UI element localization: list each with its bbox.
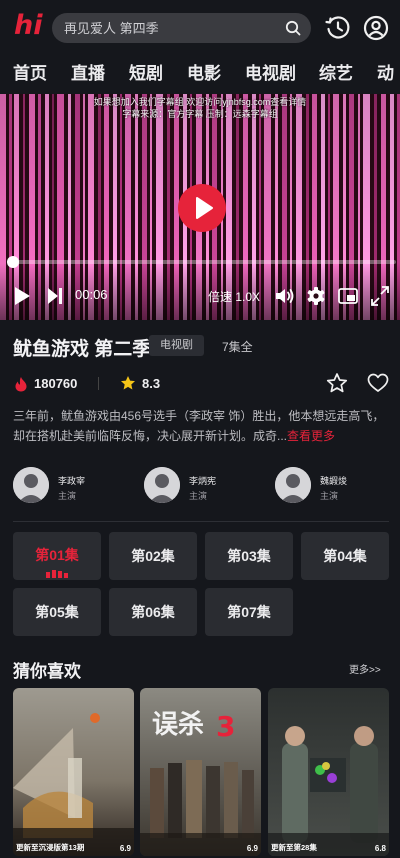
flame-icon [15,377,27,392]
volume-icon[interactable] [274,285,296,307]
cast-role: 主演 [58,491,77,501]
top-bar: hi [0,0,400,56]
play-button[interactable] [178,184,226,232]
episode-button-06[interactable]: 第06集 [109,588,197,636]
star-rating-icon [121,376,135,390]
poster-caption: 更新至第28集 [271,843,317,852]
search-input[interactable] [64,13,274,43]
recommend-title: 猜你喜欢 [13,662,81,681]
user-icon[interactable] [362,14,390,42]
poster-image [13,688,134,856]
tab-variety[interactable]: 综艺 [319,59,353,84]
svg-text:3: 3 [216,710,235,743]
cast-role: 主演 [320,491,339,501]
recommend-card[interactable]: 误杀 3 6.9 [140,688,261,856]
episode-button-05[interactable]: 第05集 [13,588,101,636]
section-divider [13,521,389,522]
tab-home[interactable]: 首页 [13,59,47,84]
episode-button-07[interactable]: 第07集 [205,588,293,636]
settings-gear-icon[interactable] [306,285,326,307]
genre-tag[interactable]: 电视剧 [149,335,204,356]
episode-button-04[interactable]: 第04集 [301,532,389,580]
like-heart-icon[interactable] [367,373,389,393]
avatar [275,467,311,503]
search-icon[interactable] [285,20,301,36]
app-logo[interactable]: hi [12,11,42,42]
tab-live[interactable]: 直播 [71,59,105,84]
picture-in-picture-icon[interactable] [337,285,359,307]
episode-button-03[interactable]: 第03集 [205,532,293,580]
now-playing-icon [46,570,68,578]
recommend-card[interactable]: 更新至第28集 6.8 [268,688,389,856]
video-player[interactable]: 如果想加入我们字幕组 欢迎访问yjnbfsg.com查看详情 字幕来源：官方字幕… [0,94,400,320]
svg-text:误杀: 误杀 [152,709,204,740]
heat-count: 180760 [34,376,78,391]
poster-image [268,688,389,856]
cast-name: 李政宰 [58,476,86,486]
play-icon [196,197,213,219]
stat-divider [98,377,99,390]
next-episode-icon[interactable] [46,285,64,307]
episode-button-02[interactable]: 第02集 [109,532,197,580]
history-icon[interactable] [324,14,352,42]
recommend-card[interactable]: 更新至沉浸版第13期 6.9 [13,688,134,856]
cast-role: 主演 [189,491,208,501]
avatar [13,467,49,503]
avatar [144,467,180,503]
poster-caption: 更新至沉浸版第13期 [16,843,85,852]
subtitle-notice: 如果想加入我们字幕组 欢迎访问yjnbfsg.com查看详情 字幕来源：官方字幕… [93,97,307,119]
category-tabs: 首页 直播 短剧 电影 电视剧 综艺 动 [0,56,400,94]
show-title: 鱿鱼游戏 第二季 [13,339,152,360]
episodes-total: 7集全 [222,340,253,354]
poster-score: 6.8 [374,844,386,853]
view-more-link[interactable]: 查看更多 [287,429,335,443]
cast-name: 魏嘏焌 [320,476,348,486]
tab-short-drama[interactable]: 短剧 [129,59,163,84]
favorite-star-icon[interactable] [326,372,348,394]
current-time: 00:06 [75,287,108,302]
show-description: 三年前，鱿鱼游戏由456号选手（李政宰 饰）胜出，他本想远走高飞，却在搭机赴美前… [13,406,389,446]
progress-handle[interactable] [7,256,20,268]
search-box[interactable] [52,13,311,43]
recommend-more-link[interactable]: 更多>> [349,661,381,676]
poster-score: 6.9 [246,844,258,853]
tab-tv-series[interactable]: 电视剧 [245,59,296,84]
rating-score: 8.3 [142,376,161,391]
tab-anime[interactable]: 动 [377,59,394,84]
tab-movies[interactable]: 电影 [187,59,221,84]
play-control-icon[interactable] [12,285,32,307]
progress-bar[interactable] [7,256,396,268]
episode-button-01[interactable]: 第01集 [13,532,101,580]
poster-image: 误杀 3 [140,688,261,856]
playback-speed[interactable]: 倍速 1.0X [208,288,260,305]
cast-name: 李炳宪 [189,476,217,486]
fullscreen-icon[interactable] [370,285,390,307]
poster-score: 6.9 [119,844,131,853]
